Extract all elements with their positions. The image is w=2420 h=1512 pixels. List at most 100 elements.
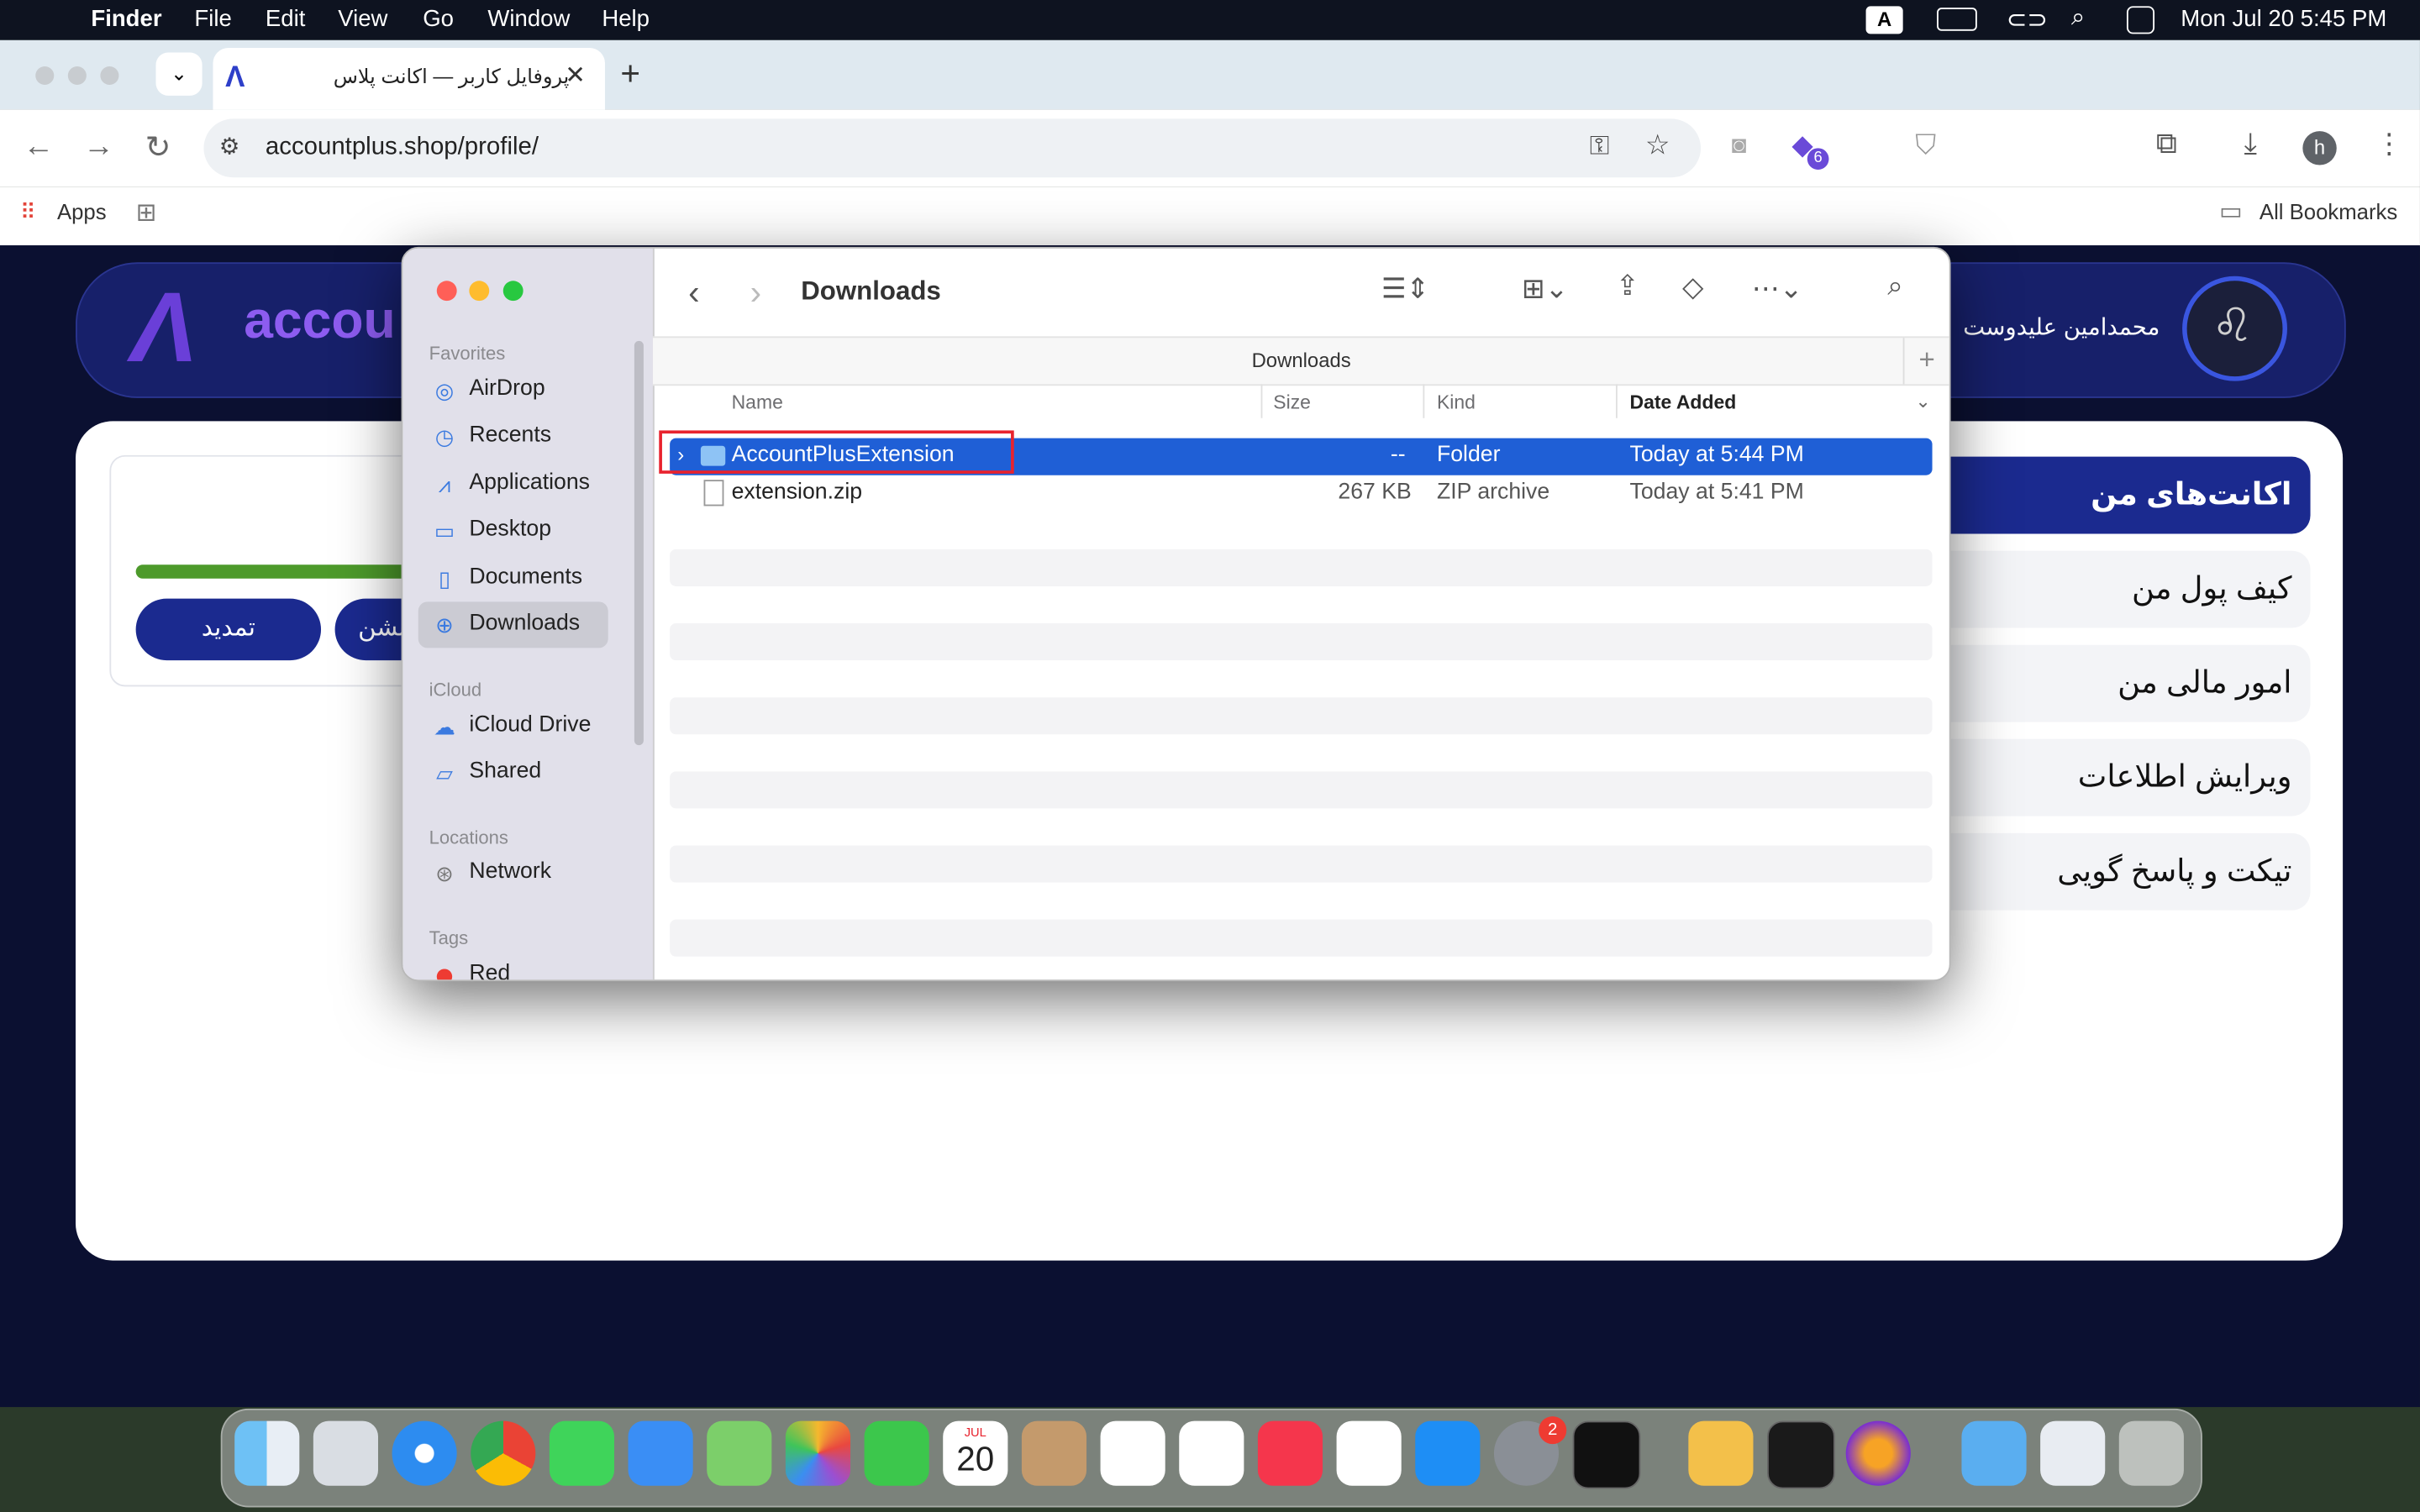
safari-icon[interactable] [392,1420,457,1486]
browser-tab-active[interactable]: Λ پروفایل کاربر — اکانت پلاس ✕ [213,47,605,110]
new-tab-plus-icon[interactable]: + [620,54,640,94]
bookmark-apps[interactable]: Apps [57,199,107,223]
sidebar-item-applications[interactable]: ⩘ Applications [418,461,608,507]
finder-zoom-button[interactable] [502,281,523,302]
downloads-stack-icon[interactable] [1961,1420,2027,1486]
finder-search-icon[interactable]: ⌕ [1887,270,1903,302]
photos-icon[interactable] [785,1420,851,1486]
sidebar-item-tag-red[interactable]: Red [418,952,608,980]
site-logo-icon[interactable]: Λ [131,270,197,384]
user-name[interactable]: محمدامین علیدوست [1963,313,2160,341]
site-info-icon[interactable]: ⚙ [219,133,240,160]
window-close-button[interactable] [35,66,55,86]
calendar-icon[interactable]: JUL 20 [943,1420,1008,1486]
menu-clock[interactable]: Mon Jul 20 5:45 PM [2181,6,2386,32]
contacts-icon[interactable] [1021,1420,1087,1486]
downloads-icon[interactable]: ⤓ [2244,128,2257,161]
nav-my-wallet[interactable]: کیف پول من [1924,550,2311,628]
apps-grid-icon[interactable]: ⠿ [20,199,36,225]
finder-forward-icon[interactable]: › [750,273,761,313]
firefox-icon[interactable] [1845,1420,1911,1486]
site-logo-text[interactable]: accou [244,291,395,352]
sidebar-item-airdrop[interactable]: ◎ AirDrop [418,367,608,413]
maps-icon[interactable] [707,1420,772,1486]
activity-monitor-icon[interactable] [1767,1420,1835,1489]
user-avatar[interactable]: ♌ [2182,276,2287,381]
sidebar-item-shared[interactable]: ▱ Shared [418,750,608,796]
address-bar[interactable]: ⚙ accountplus.shop/profile/ ⚿ ☆ [203,118,1702,178]
add-tab-plus-icon[interactable]: + [1902,338,1949,385]
messages-icon[interactable] [549,1420,615,1486]
browser-menu-icon[interactable]: ⋮ [2375,128,2403,160]
shield-icon[interactable]: ⛉ [1915,129,1936,162]
nav-edit-profile[interactable]: ویرایش اطلاعات [1924,738,2311,816]
tableplus-icon[interactable] [1688,1420,1754,1486]
app-store-icon[interactable] [1415,1420,1481,1486]
bookmark-star-icon[interactable]: ☆ [1645,129,1670,162]
finder-minimize-button[interactable] [469,281,490,302]
menu-window[interactable]: Window [487,6,570,32]
password-key-icon[interactable]: ⚿ [1590,131,1610,162]
list-view-icon[interactable]: ☰⇕ [1381,273,1429,306]
menu-help[interactable]: Help [602,6,650,32]
chrome-icon[interactable] [471,1420,536,1486]
finder-dock-icon[interactable] [234,1420,300,1486]
camera-icon[interactable]: ◙ [1732,133,1747,160]
sort-chevron-icon[interactable]: ⌄ [1915,391,1930,412]
tag-icon[interactable]: ◇ [1682,271,1703,304]
column-date-added[interactable]: Date Added [1630,392,1737,414]
music-icon[interactable] [1257,1420,1323,1486]
tab-groups-icon[interactable]: ⊞ [136,197,157,228]
sidebar-scrollbar[interactable] [634,340,644,746]
control-center-icon[interactable] [2126,6,2155,34]
facetime-icon[interactable] [864,1420,929,1486]
tab-close-icon[interactable]: ✕ [565,60,586,92]
nav-tickets[interactable]: تیکت و پاسخ گویی [1924,832,2311,911]
menu-edit[interactable]: Edit [266,6,305,32]
battery-icon[interactable] [1937,8,1977,31]
launchpad-icon[interactable] [313,1420,378,1486]
link-icon[interactable]: ⊂⊃ [2007,5,2048,36]
finder-back-icon[interactable]: ‹ [688,273,699,313]
sidebar-item-documents[interactable]: ▯ Documents [418,555,608,601]
sidebar-item-icloud-drive[interactable]: ☁ iCloud Drive [418,704,608,750]
tab-search-chevron-icon[interactable]: ⌄ [155,52,203,96]
mail-icon[interactable] [628,1420,693,1486]
renew-button[interactable]: تمدید [135,598,322,661]
terminal-icon[interactable] [1572,1420,1641,1489]
group-icon[interactable]: ⊞⌄ [1522,273,1568,306]
reload-icon[interactable]: ↻ [145,128,171,166]
window-zoom-button[interactable] [100,66,119,86]
trash-icon[interactable] [2118,1420,2184,1486]
spotlight-search-icon[interactable]: ⌕ [2071,5,2085,33]
reminders-icon[interactable] [1100,1420,1165,1486]
url-text[interactable]: accountplus.shop/profile/ [266,134,539,162]
sidebar-item-network[interactable]: ⊛ Network [418,850,608,896]
forward-arrow-icon[interactable]: → [83,129,114,165]
more-actions-icon[interactable]: ⋯⌄ [1752,273,1803,306]
nav-my-accounts[interactable]: اکانت‌های من [1924,456,2311,534]
finder-close-button[interactable] [436,281,457,302]
sidebar-item-desktop[interactable]: ▭ Desktop [418,507,608,554]
menu-app-name[interactable]: Finder [91,6,161,32]
news-icon[interactable] [1336,1420,1402,1486]
all-bookmarks[interactable]: All Bookmarks [2260,199,2397,223]
freeform-icon[interactable] [1179,1420,1244,1486]
column-size[interactable]: Size [1273,392,1311,414]
share-icon[interactable]: ⇪ [1616,270,1639,302]
column-name[interactable]: Name [732,392,783,414]
sidebar-item-recents[interactable]: ◷ Recents [418,413,608,459]
menu-file[interactable]: File [194,6,231,32]
file-row-zip[interactable]: extension.zip 267 KB ZIP archive Today a… [670,475,1932,512]
extensions-puzzle-icon[interactable]: ⧉ [2156,128,2177,161]
profile-avatar[interactable]: h [2302,131,2337,165]
column-kind[interactable]: Kind [1437,392,1476,414]
nav-my-finances[interactable]: امور مالی من [1924,644,2311,722]
window-preview-icon[interactable] [2040,1420,2106,1486]
menu-view[interactable]: View [338,6,387,32]
back-arrow-icon[interactable]: ← [24,129,55,165]
sidebar-item-downloads[interactable]: ⊕ Downloads [418,601,608,648]
input-source-icon[interactable]: A [1865,6,1903,34]
menu-go[interactable]: Go [423,6,454,32]
window-minimize-button[interactable] [67,66,87,86]
